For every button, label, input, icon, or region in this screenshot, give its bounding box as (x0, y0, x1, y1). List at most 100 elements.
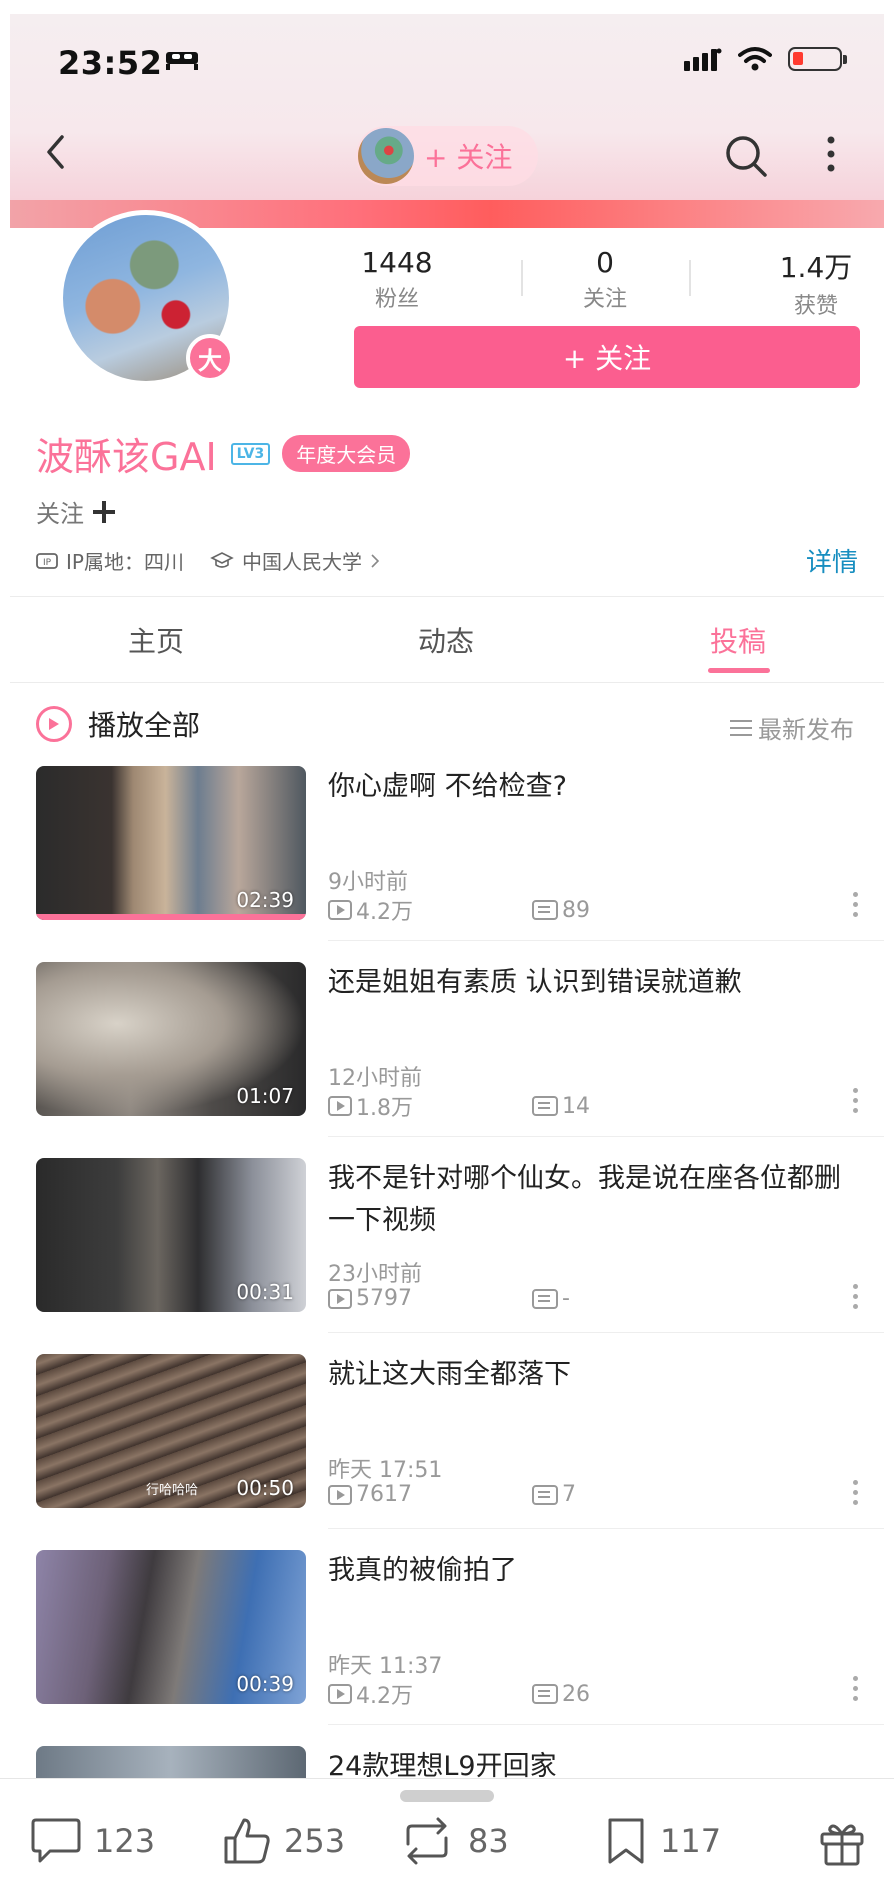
play-count: 4.2万 (356, 900, 413, 925)
repost-button[interactable]: 83 (398, 1816, 509, 1866)
danmaku-icon (532, 1288, 558, 1309)
divider (328, 940, 884, 941)
video-title[interactable]: 你心虚啊 不给检查? (328, 766, 848, 808)
follow-pill[interactable]: + 关注 (356, 126, 538, 186)
follow-link[interactable]: 关注 (36, 494, 116, 529)
comment-icon (31, 1818, 81, 1863)
video-time: 昨天 17:51 (328, 1458, 443, 1483)
play-count: 5797 (356, 1286, 412, 1311)
detail-link[interactable]: 详情 (806, 542, 858, 579)
follow-button[interactable]: + 关注 (354, 326, 860, 388)
play-count-icon (328, 1684, 352, 1704)
video-thumbnail[interactable]: 02:39 (36, 766, 306, 920)
back-icon[interactable] (44, 134, 68, 170)
ip-icon: IP (36, 552, 58, 569)
video-time: 12小时前 (328, 1066, 422, 1091)
play-all-label: 播放全部 (88, 709, 201, 742)
play-count-icon (328, 1288, 352, 1309)
battery-icon (788, 47, 847, 71)
wifi-icon (738, 47, 772, 71)
danmaku-icon (532, 1684, 558, 1704)
search-icon[interactable] (724, 134, 768, 178)
video-thumbnail[interactable]: 01:07 (36, 962, 306, 1116)
video-title[interactable]: 我不是针对哪个仙女。我是说在座各位都删一下视频 (328, 1158, 848, 1242)
stat-value: 1.4万 (779, 251, 853, 284)
stat-fans[interactable]: 1448 粉丝 (352, 246, 442, 313)
divider (328, 1724, 884, 1725)
tab-home[interactable]: 主页 (128, 620, 184, 660)
video-thumbnail[interactable]: 行哈哈哈 00:50 (36, 1354, 306, 1508)
divider (328, 1528, 884, 1529)
video-item[interactable]: 00:39 我真的被偷拍了 昨天 11:37 4.2万 26 (36, 1550, 884, 1746)
danmaku-count: - (562, 1286, 570, 1311)
video-thumbnail[interactable]: 00:39 (36, 1550, 306, 1704)
divider (328, 1332, 884, 1333)
like-count: 253 (284, 1822, 346, 1860)
more-icon[interactable] (826, 136, 836, 172)
list-icon (730, 719, 752, 736)
divider (328, 1136, 884, 1137)
danmaku-count: 14 (562, 1093, 590, 1119)
divider (10, 596, 884, 597)
video-meta: 5797 - (328, 1286, 570, 1311)
more-options-icon[interactable] (853, 1088, 858, 1113)
status-time: 23:52 (58, 44, 163, 82)
danmaku-count: 89 (562, 897, 590, 923)
sort-button[interactable]: 最新发布 (730, 710, 854, 745)
stat-divider (689, 260, 691, 296)
tab-dynamic[interactable]: 动态 (418, 620, 474, 660)
thumbs-up-icon (224, 1818, 270, 1864)
video-item[interactable]: 02:39 你心虚啊 不给检查? 9小时前 4.2万 89 (36, 766, 884, 962)
drag-handle[interactable] (400, 1790, 494, 1802)
stat-divider (521, 260, 523, 296)
tab-uploads[interactable]: 投稿 (710, 620, 766, 660)
more-options-icon[interactable] (853, 892, 858, 917)
ip-location: IP属地：四川 (66, 550, 184, 574)
gift-icon[interactable] (818, 1818, 866, 1868)
video-item[interactable]: 01:07 还是姐姐有素质 认识到错误就道歉 12小时前 1.8万 14 (36, 962, 884, 1158)
video-item[interactable]: 行哈哈哈 00:50 就让这大雨全都落下 昨天 17:51 7617 7 (36, 1354, 884, 1550)
favorite-count: 117 (660, 1822, 722, 1860)
more-options-icon[interactable] (853, 1284, 858, 1309)
video-time: 23小时前 (328, 1262, 422, 1287)
video-meta: 1.8万 14 (328, 1090, 590, 1122)
danmaku-count: 7 (562, 1482, 576, 1507)
more-options-icon[interactable] (853, 1480, 858, 1505)
level-badge: LV3 (230, 442, 271, 465)
follow-text: 关注 (36, 500, 84, 528)
video-title[interactable]: 我真的被偷拍了 (328, 1550, 848, 1592)
stat-likes[interactable]: 1.4万 获赞 (768, 246, 864, 320)
play-count-icon (328, 1096, 352, 1116)
username: 波酥该GAI (36, 435, 217, 479)
favorite-button[interactable]: 117 (604, 1816, 721, 1866)
video-duration: 00:31 (236, 1280, 294, 1304)
follow-pill-label: + 关注 (424, 141, 513, 174)
school-link[interactable]: 中国人民大学 (242, 546, 362, 575)
play-count: 1.8万 (356, 1096, 413, 1121)
avatar-badge: 大 (186, 334, 234, 382)
stat-following[interactable]: 0 关注 (560, 246, 650, 313)
stat-value: 1448 (361, 246, 433, 279)
video-title[interactable]: 就让这大雨全都落下 (328, 1354, 848, 1396)
play-count-icon (328, 1484, 352, 1505)
more-options-icon[interactable] (853, 1676, 858, 1701)
danmaku-icon (532, 1096, 558, 1116)
video-thumbnail[interactable]: 00:31 (36, 1158, 306, 1312)
stat-value: 0 (596, 246, 614, 279)
vip-badge[interactable]: 年度大会员 (282, 435, 411, 472)
play-all-button[interactable]: 播放全部 (36, 704, 200, 744)
info-row: IP IP属地：四川 中国人民大学 (36, 546, 380, 575)
play-circle-icon (36, 706, 72, 742)
comment-count: 123 (94, 1822, 156, 1860)
stat-label: 粉丝 (374, 287, 419, 312)
tab-underline (708, 668, 770, 673)
video-title[interactable]: 还是姐姐有素质 认识到错误就道歉 (328, 962, 848, 1004)
video-item[interactable]: 00:31 我不是针对哪个仙女。我是说在座各位都删一下视频 23小时前 5797… (36, 1158, 884, 1354)
video-meta: 4.2万 89 (328, 894, 590, 926)
bed-icon (166, 52, 198, 70)
thumbnail-caption: 行哈哈哈 (146, 1483, 199, 1498)
comment-button[interactable]: 123 (30, 1816, 155, 1866)
repost-icon (406, 1817, 448, 1865)
danmaku-icon (532, 1484, 558, 1505)
like-button[interactable]: 253 (222, 1816, 345, 1866)
